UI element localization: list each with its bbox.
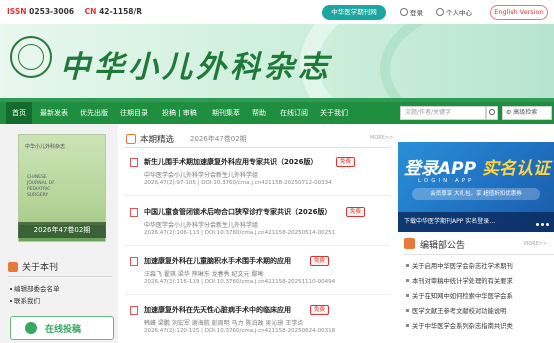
notice-item[interactable]: 关于在知网中如何检索中华医学会系 [406, 291, 554, 300]
promo-offer: 会员尊享 大礼包，享 超值折扣优惠券 [412, 188, 540, 200]
search-input[interactable]: 文题/作者/关键字 [400, 106, 486, 120]
featured-more-link[interactable]: MORE>> [370, 135, 393, 141]
promo-subline: LOGIN APP [418, 178, 475, 184]
section-icon [8, 262, 18, 272]
article-meta: 2026,47(2):97-105 | DOI:10.3760/cma.j.cn… [144, 180, 332, 186]
notice-item[interactable]: 关于启用中华医学会杂志社学术期刊 [406, 261, 554, 270]
article-title[interactable]: 新生儿围手术期加速康复外科应用专家共识（2026版） [144, 157, 317, 167]
notice-item[interactable]: 关于中华医学会系列杂志指南共识类 [406, 321, 554, 330]
article-title[interactable]: 加速康复外科在先天性心脏病手术中的临床应用 [144, 305, 291, 315]
article-authors: 中华医学会小儿外科学分会新生儿外科学组 [144, 222, 259, 229]
cover-issue-label[interactable]: 2026年47卷02期 [18, 222, 106, 238]
nav-archive[interactable]: 往期目录 [120, 102, 148, 124]
contact-us-link[interactable]: 联系我们 [10, 295, 40, 305]
cover-en-title: CHINESE JOURNAL OF PEDIATRIC SURGERY [27, 175, 55, 198]
featured-header: 本期精选 2026年47卷02期 MORE>> [124, 132, 393, 148]
journal-network-button[interactable]: 中华医学期刊网 [322, 5, 386, 20]
notice-more-link[interactable]: MORE>> [524, 241, 547, 247]
journal-title: 中华小儿外科杂志 [60, 50, 332, 85]
search-button[interactable] [486, 106, 498, 120]
free-badge: 免费 [310, 256, 330, 266]
advanced-search-button[interactable]: ⚙ 高级检索 [502, 106, 552, 120]
nav-subscribe[interactable]: 在线订阅 [280, 102, 308, 124]
pdf-icon[interactable] [130, 306, 138, 315]
featured-heading: 本期精选 [140, 135, 175, 145]
promo-caption: 下载中华医学期刊APP 实名登录… [398, 212, 554, 232]
free-badge: 免费 [346, 207, 366, 217]
free-badge: 免费 [336, 157, 356, 167]
top-bar: ISSN 0253-3006 CN 42-1158/R 中华医学期刊网 登录 个… [0, 0, 554, 24]
cover-cn-title: 中华小儿外科杂志 [25, 144, 66, 150]
pdf-icon[interactable] [130, 257, 138, 266]
featured-issue: 2026年47卷02期 [190, 135, 247, 143]
article-authors: 韩峰 梁鹏 刘宏军 谢海航 彭周明 马力 陈泊政 吴沁璟 王学点 [144, 320, 304, 327]
nav-priority[interactable]: 优先出版 [80, 102, 108, 124]
app-promo-banner[interactable]: 登录APP 实名认证 LOGIN APP 会员尊享 大礼包，享 超值折扣优惠券 … [398, 142, 554, 232]
nav-about[interactable]: 关于我们 [320, 102, 348, 124]
book-icon [126, 134, 136, 144]
nav-home[interactable]: 首页 [6, 102, 32, 124]
carousel-dots[interactable] [534, 220, 549, 228]
article-title[interactable]: 中国儿童食管闭锁术后吻合口狭窄诊疗专家共识（2026版） [144, 207, 331, 217]
pdf-icon[interactable] [130, 208, 138, 217]
notice-item[interactable]: 医学文献王参考文献校对功能说明 [406, 306, 554, 315]
user-icon [400, 8, 408, 16]
notice-item[interactable]: 本刊对审稿中统计学处理的有关要求 [406, 276, 554, 285]
about-heading: 关于本刊 [8, 260, 116, 274]
journal-logo [10, 36, 52, 78]
pdf-icon[interactable] [130, 158, 138, 167]
editorial-board-link[interactable]: 编辑部委会名单 [10, 283, 60, 293]
promo-headline: 登录APP 实名认证 [404, 159, 550, 179]
article-meta: 2026,47(2):116-119 | DOI:10.3760/cma.j.c… [144, 279, 336, 285]
free-badge: 免费 [310, 305, 330, 315]
issn-value: 0253-3006 [29, 7, 75, 16]
issn-cn-info: ISSN 0253-3006 CN 42-1158/R [7, 7, 150, 16]
article-title[interactable]: 加速康复外科在儿童脑积水手术围手术期的应用 [144, 256, 291, 266]
cn-value: 42-1158/R [99, 7, 143, 16]
article-meta: 2026,47(2):106-113 | DOI:10.3760/cma.j.c… [144, 230, 336, 236]
search-icon [489, 109, 495, 115]
profile-icon [436, 8, 444, 16]
nav-help[interactable]: 帮助 [252, 102, 266, 124]
notice-icon [404, 238, 415, 249]
nav-collections[interactable]: 期刊集萃 [212, 102, 240, 124]
nav-submit-review[interactable]: 投稿 | 审稿 [162, 102, 197, 124]
issn-label: ISSN [7, 7, 27, 16]
article-authors: 汪淼飞 翟琪 梁华 熊琳东 龙春秀 纪文元 鄢晰 [144, 271, 264, 278]
login-link[interactable]: 登录 [400, 7, 423, 17]
personal-center-link[interactable]: 个人中心 [436, 7, 472, 17]
article-meta: 2026,47(2):120-125 | DOI:10.3760/cma.j.c… [144, 328, 336, 334]
cn-label: CN [84, 7, 97, 16]
article-authors: 中华医学会小儿外科学分会新生儿外科学组 [144, 172, 259, 179]
nav-latest[interactable]: 最新发表 [40, 102, 68, 124]
english-version-button[interactable]: English Version [490, 5, 548, 20]
notice-heading: 编辑部公告 [420, 241, 466, 251]
notice-header: 编辑部公告 MORE>> [404, 238, 554, 252]
submit-icon [25, 322, 37, 334]
online-submit-button[interactable]: 在线投稿 [10, 316, 114, 340]
journal-banner: 中华小儿外科杂志 [0, 24, 554, 102]
